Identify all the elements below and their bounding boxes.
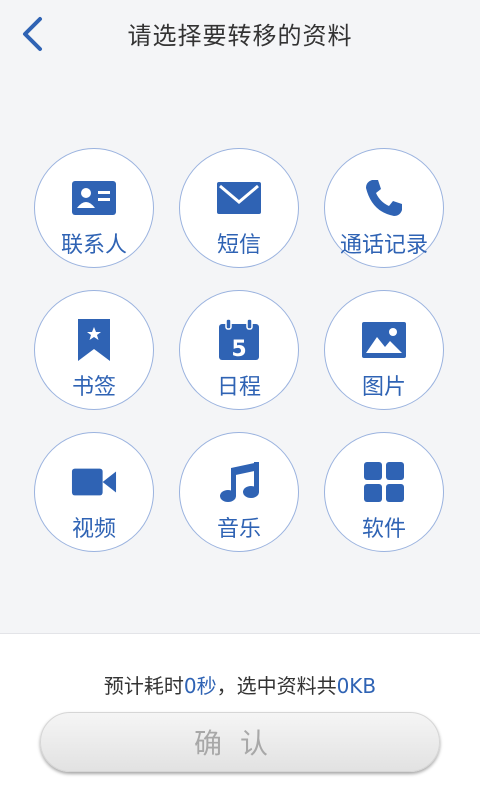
summary-mid: ，选中资料共: [216, 674, 337, 698]
tile-music[interactable]: 音乐: [179, 432, 299, 552]
selected-size-value: 0KB: [336, 674, 377, 698]
tile-calendar[interactable]: 5 日程: [179, 290, 299, 410]
picture-icon: [361, 317, 407, 363]
phone-icon: [361, 175, 407, 221]
summary-prefix: 预计耗时: [103, 674, 184, 698]
tile-contacts[interactable]: 联系人: [34, 148, 154, 268]
tile-label: 视频: [71, 517, 116, 542]
tile-label: 短信: [216, 233, 261, 258]
tile-label: 日程: [216, 375, 261, 400]
tile-label: 图片: [361, 375, 406, 400]
transfer-summary: 预计耗时0秒，选中资料共0KB: [0, 670, 480, 699]
tile-label: 书签: [71, 375, 116, 400]
tile-sms[interactable]: 短信: [179, 148, 299, 268]
confirm-button[interactable]: 确认: [40, 712, 440, 772]
tile-label: 音乐: [216, 517, 261, 542]
tile-label: 联系人: [60, 233, 127, 258]
estimated-time-value: 0秒: [183, 674, 217, 698]
tile-apps[interactable]: 软件: [324, 432, 444, 552]
music-note-icon: [216, 459, 262, 505]
video-camera-icon: [71, 459, 117, 505]
calendar-day-number: 5: [231, 337, 246, 362]
bookmark-icon: [71, 317, 117, 363]
footer-panel: 预计耗时0秒，选中资料共0KB 确认: [0, 633, 480, 801]
tile-pictures[interactable]: 图片: [324, 290, 444, 410]
tile-label: 软件: [361, 517, 406, 542]
envelope-icon: [216, 175, 262, 221]
tile-bookmarks[interactable]: 书签: [34, 290, 154, 410]
data-type-grid: 联系人 短信 通话记录 书签 5 日程 图片 视频 音乐 软件: [34, 148, 446, 552]
tile-call-log[interactable]: 通话记录: [324, 148, 444, 268]
app-grid-icon: [361, 459, 407, 505]
page-title: 请选择要转移的资料: [127, 22, 353, 50]
tile-video[interactable]: 视频: [34, 432, 154, 552]
tile-label: 通话记录: [339, 233, 428, 258]
contact-card-icon: [71, 175, 117, 221]
header-bar: 请选择要转移的资料: [0, 0, 480, 70]
calendar-icon: 5: [216, 317, 262, 363]
